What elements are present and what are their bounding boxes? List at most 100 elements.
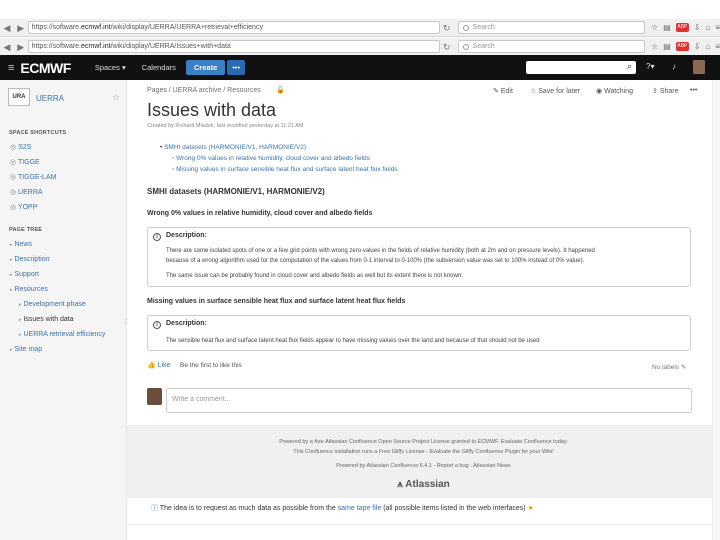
chevron-right-icon[interactable]: ▸ [19,317,22,323]
menu-icon[interactable]: ≡ [715,42,720,51]
tree-item-development-phase[interactable]: ▸ Development phase [0,297,126,312]
page-scrollbar[interactable] [712,80,720,540]
chevron-right-icon[interactable]: ▸ [19,332,22,338]
tree-item-news[interactable]: ▸ News [0,237,126,252]
breadcrumb[interactable]: Pages / UERRA archive / Resources [147,87,261,94]
ecmwf-logo[interactable]: ECMWF [20,60,71,76]
shortcut-label: S2S [18,144,32,151]
chevron-right-icon[interactable]: ▸ [10,242,13,248]
browser-search-field[interactable]: Search [457,21,646,34]
space-name[interactable]: UERRA [36,94,64,103]
bullet: • [160,144,163,151]
menu-icon[interactable]: ≡ [715,23,720,32]
tree-item-label: Resources [14,286,48,293]
save-for-later-button[interactable]: ☆ Save for later [530,87,580,95]
toc-link: SMHI datasets (HARMONIE/V1, HARMONIE/V2) [164,144,307,151]
pencil-icon: ✎ [680,364,687,371]
globe-icon: ◎ [10,189,17,196]
tree-item-uerra-retrieval-efficiency[interactable]: ▸ UERRA retrieval efficiency [0,327,126,342]
help-icon[interactable]: ?▾ [646,62,654,71]
download-icon[interactable]: ⇩ [694,42,701,51]
page-title: Issues with data [147,100,277,120]
browser-search-field[interactable]: Search [457,40,646,53]
shortcut-yopp[interactable]: ◎ YOPP [0,200,126,215]
shortcut-uerra[interactable]: ◎ UERRA [0,185,126,200]
download-icon[interactable]: ⇩ [694,23,701,32]
tree-item-support[interactable]: ▸ Support [0,267,126,282]
site-search-input[interactable]: ⌕ [526,61,636,74]
panel-text: The sensible heat flux and surface laten… [166,338,540,344]
adblock-icon[interactable]: ABP [675,42,689,51]
toc-item[interactable]: • SMHI datasets (HARMONIE/V1, HARMONIE/V… [160,142,398,153]
shortcut-s2s[interactable]: ◎ S2S [0,140,126,155]
issue-heading: Wrong 0% values in relative humidity, cl… [147,210,373,217]
watch-button[interactable]: ◉ Watching [596,87,633,95]
browser-toolbar-1: ◀ ▶ https://software. ecmwf.int/wiki/disp… [0,19,720,37]
chevron-right-icon[interactable]: ▸ [19,302,22,308]
star-icon[interactable]: ☆ [651,42,658,51]
shortcut-tigge-lam[interactable]: ◎ TIGGE-LAM [0,170,126,185]
caption-link[interactable]: same tape file [338,505,382,512]
panel-heading: Description: [166,320,207,327]
chevron-right-icon[interactable]: ▸ [10,257,13,263]
shortcut-label: TIGGE [17,159,40,166]
create-more-button[interactable]: ••• [227,60,246,75]
like-button[interactable]: 👍 Like [147,361,171,369]
tree-item-issues-with-data[interactable]: ▸ Issues with data [0,312,126,327]
home-icon[interactable]: ⌂ [705,42,710,51]
globe-icon: ◎ [10,144,17,151]
tree-item-site-map[interactable]: ▸ Site map [0,342,126,357]
tree-item-label: Issues with data [23,316,74,323]
reload-icon[interactable]: ↻ [440,19,454,37]
create-button[interactable]: Create [185,60,226,75]
shortcut-label: YOPP [17,204,38,211]
edit-button[interactable]: ✎ Edit [493,87,513,95]
toc-item[interactable]: ◦ Missing values in surface sensible hea… [160,164,398,175]
more-actions-button[interactable]: ••• [690,87,697,94]
back-icon[interactable]: ◀ [0,19,14,37]
share-button[interactable]: ⇪ Share [652,87,679,95]
comment-input[interactable]: Write a comment... [166,388,692,413]
chevron-right-icon[interactable]: ▸ [10,272,13,278]
toc-item[interactable]: ◦ Wrong 0% values in relative humidity, … [160,153,398,164]
calendars-link[interactable]: Calendars [142,63,176,72]
notifications-icon[interactable]: ♪ [672,62,676,71]
url-prefix: https://software. [31,24,82,31]
tree-item-resources[interactable]: ▸ Resources [0,282,126,297]
unlock-icon[interactable]: 🔓 [276,86,285,94]
caption-post: (all possible items listed in the web in… [383,505,526,512]
forward-icon[interactable]: ▶ [14,19,28,37]
address-bar[interactable]: https://software. ecmwf.int/wiki/display/… [27,21,440,34]
adblock-icon[interactable]: ABP [675,23,689,32]
space-logo[interactable]: URA [8,88,30,106]
user-avatar[interactable] [693,60,705,74]
shortcut-label: UERRA [18,189,43,196]
star-icon: ☆ [530,88,537,95]
forward-icon[interactable]: ▶ [14,38,28,56]
reload-icon[interactable]: ↻ [440,38,454,56]
section-heading: SMHI datasets (HARMONIE/V1, HARMONIE/V2) [147,187,325,196]
bookmarks-icon[interactable]: ▤ [663,42,671,51]
chevron-right-icon[interactable]: ▸ [10,347,13,353]
atlassian-logo[interactable]: ⩚ Atlassian [127,479,720,490]
tree-item-label: News [14,241,32,248]
bookmarks-icon[interactable]: ▤ [663,23,671,32]
info-panel: i Description: There are some isolated s… [147,227,691,287]
spaces-menu[interactable]: Spaces ▾ [95,63,126,72]
address-bar[interactable]: https://software. ecmwf.int/wiki/display/… [27,40,440,53]
star-icon[interactable]: ☆ [112,92,120,103]
hamburger-icon[interactable]: ≡ [8,62,14,74]
url-path: /wiki/display/UERRA/UERRA+retrieval+effi… [110,24,263,31]
shortcut-tigge[interactable]: ◎ TIGGE [0,155,126,170]
bullet: ◦ [172,166,175,173]
tree-item-description[interactable]: ▸ Description [0,252,126,267]
chevron-right-icon[interactable]: ▸ [10,287,13,293]
home-icon[interactable]: ⌂ [705,23,710,32]
space-header: URA UERRA ☆ [0,84,126,118]
confluence-header: ≡ ECMWF Spaces ▾ Calendars Create ••• ⌕ … [0,55,720,80]
labels-section[interactable]: No labels ✎ [652,363,686,371]
panel-text: because of a wrong algorithm used for th… [166,258,585,264]
panel-text: There are some isolated spots of one or … [166,248,595,254]
star-icon[interactable]: ☆ [651,23,658,32]
back-icon[interactable]: ◀ [0,38,14,56]
